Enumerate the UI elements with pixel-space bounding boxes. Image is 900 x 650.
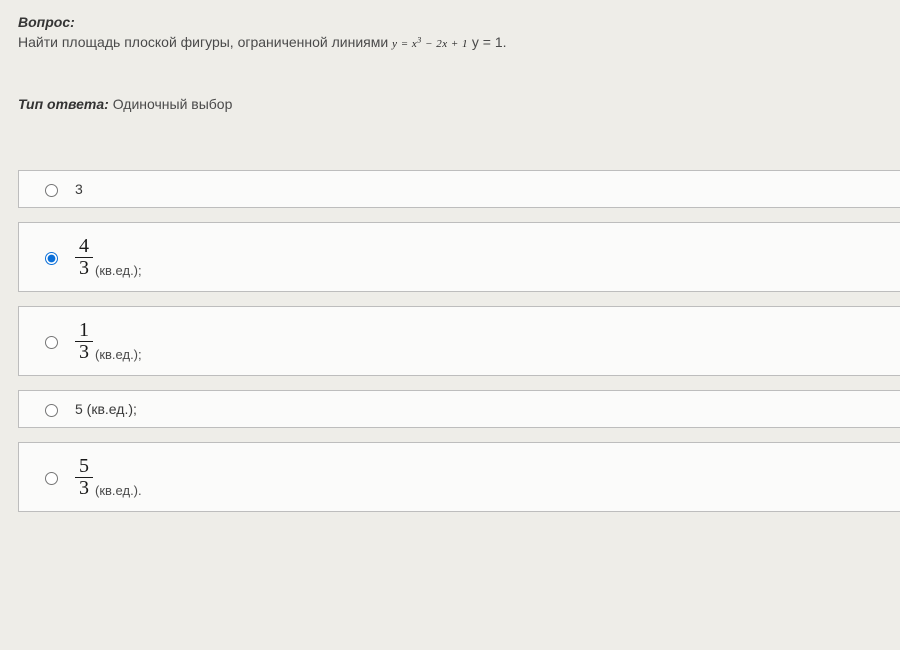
question-label: Вопрос: [18, 14, 900, 30]
option-radio[interactable] [45, 472, 58, 485]
option-unit: (кв.ед.); [95, 347, 142, 363]
option-fraction: 5 3 [75, 456, 93, 499]
options-list: 3 4 3 (кв.ед.); 1 3 [18, 170, 900, 512]
option-fraction: 1 3 [75, 320, 93, 363]
question-text-after: y = 1. [472, 34, 507, 50]
option-unit: (кв.ед.); [95, 263, 142, 279]
option-text: 3 [75, 181, 83, 197]
option-radio[interactable] [45, 336, 58, 349]
answer-type-value: Одиночный выбор [113, 96, 233, 112]
answer-type-label: Тип ответа: [18, 96, 109, 112]
option-row[interactable]: 5 3 (кв.ед.). [18, 442, 900, 512]
option-row[interactable]: 5 (кв.ед.); [18, 390, 900, 428]
answer-type: Тип ответа: Одиночный выбор [18, 96, 900, 112]
option-row[interactable]: 3 [18, 170, 900, 208]
question-formula: y = x3 − 2x + 1 [392, 38, 468, 50]
question-text-before: Найти площадь плоской фигуры, ограниченн… [18, 34, 392, 50]
option-row[interactable]: 1 3 (кв.ед.); [18, 306, 900, 376]
question-text: Найти площадь плоской фигуры, ограниченн… [18, 34, 900, 50]
option-row[interactable]: 4 3 (кв.ед.); [18, 222, 900, 292]
option-radio[interactable] [45, 404, 58, 417]
option-radio[interactable] [45, 252, 58, 265]
option-unit: (кв.ед.). [95, 483, 142, 499]
option-text: 5 (кв.ед.); [75, 401, 137, 417]
option-radio[interactable] [45, 184, 58, 197]
option-fraction: 4 3 [75, 236, 93, 279]
